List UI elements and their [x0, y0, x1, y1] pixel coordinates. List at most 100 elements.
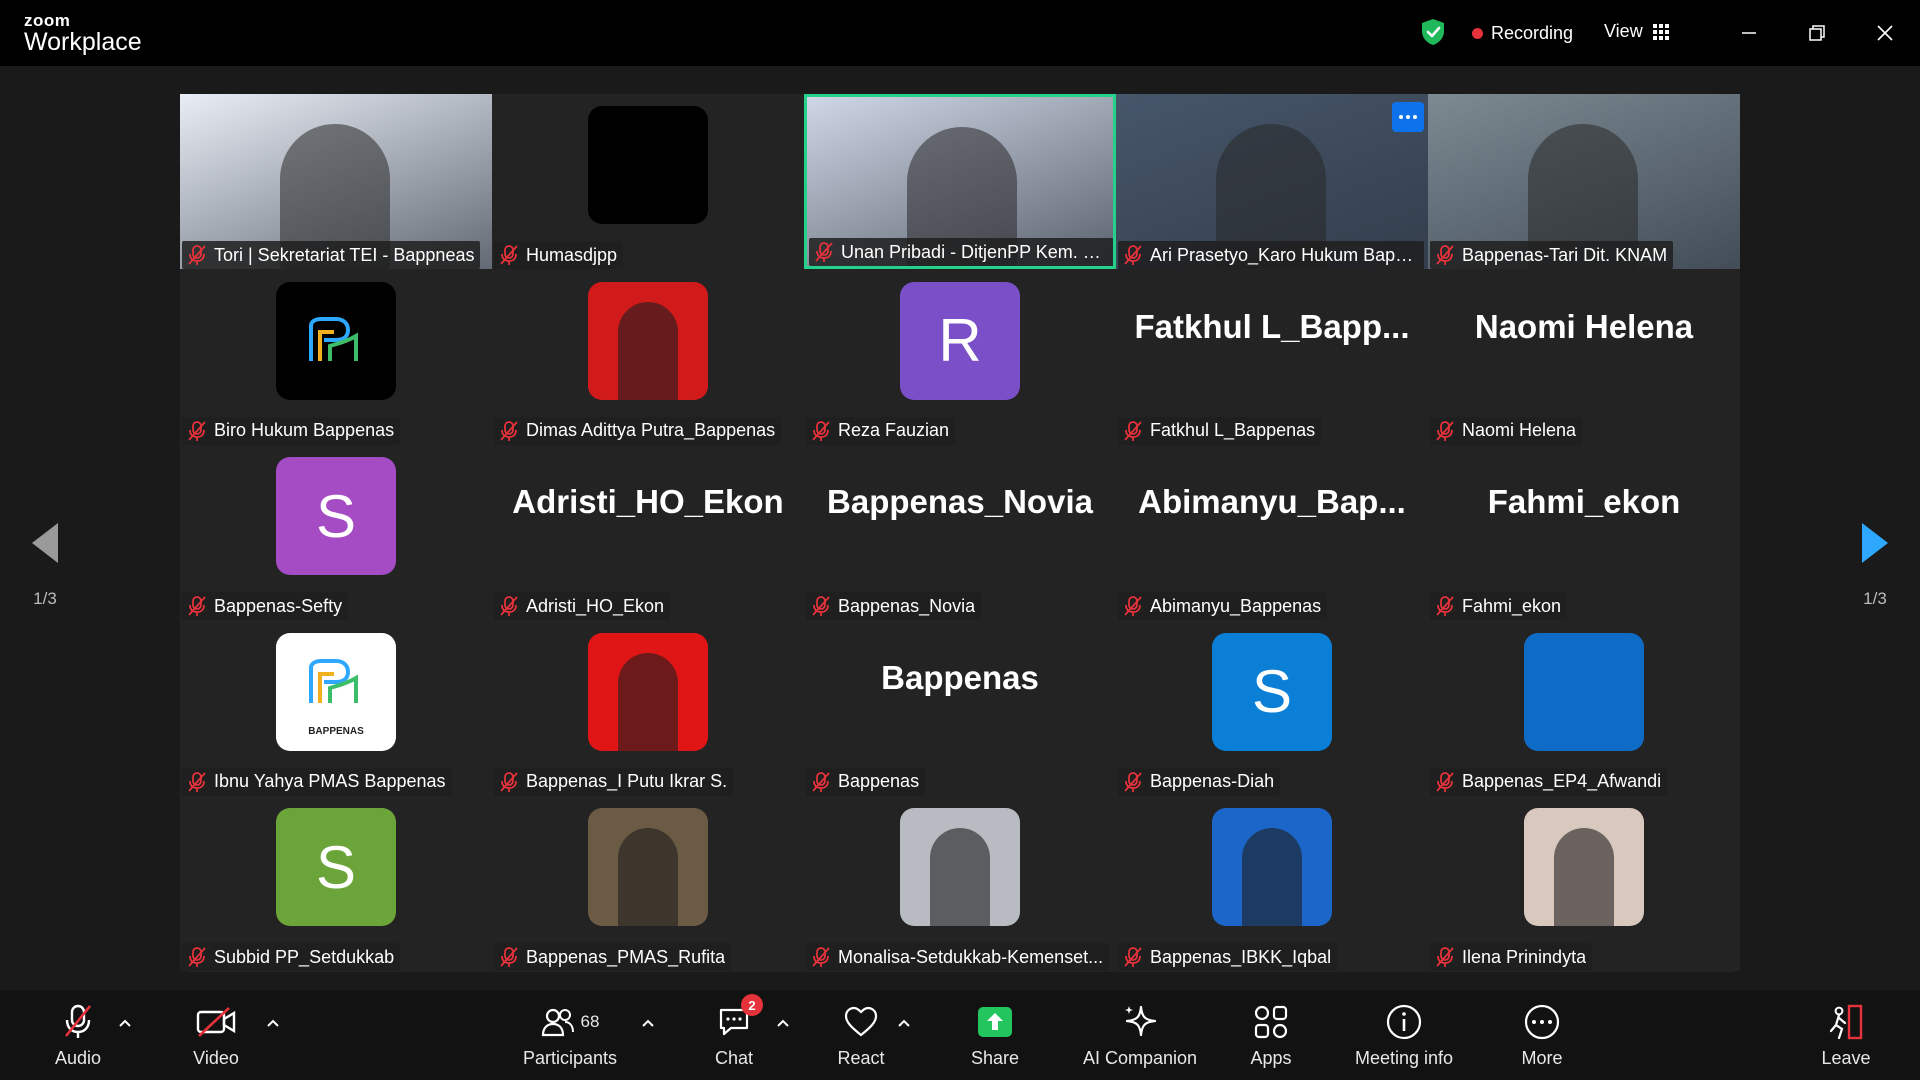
more-button[interactable]: More: [1482, 1002, 1602, 1069]
react-button[interactable]: React: [801, 1002, 921, 1069]
app-logo: zoom Workplace: [24, 12, 142, 55]
participant-name-tag: Bappenas-Tari Dit. KNAM: [1430, 241, 1674, 269]
participant-name-tag: Reza Fauzian: [806, 416, 956, 445]
mic-muted-icon: [188, 245, 206, 265]
apps-button[interactable]: Apps: [1211, 1002, 1331, 1069]
meeting-toolbar: Audio Video 68 Participants 2 Chat React…: [0, 990, 1920, 1080]
prev-page-nav[interactable]: 1/3: [0, 466, 90, 666]
arrow-right-icon[interactable]: [1862, 523, 1888, 563]
chat-button[interactable]: 2 Chat: [674, 994, 794, 1069]
participant-tile[interactable]: Bappenas_I Putu Ikrar S.: [492, 620, 804, 796]
participant-name-tag: Humasdjpp: [494, 241, 624, 269]
participant-tile[interactable]: Unan Pribadi - DitjenPP Kem. Huk...: [804, 94, 1116, 269]
participant-tile[interactable]: R Reza Fauzian: [804, 269, 1116, 445]
participant-name: Ibnu Yahya PMAS Bappenas: [214, 771, 446, 791]
participant-tile[interactable]: S Subbid PP_Setdukkab: [180, 796, 492, 971]
video-options-chevron-icon[interactable]: [266, 1018, 280, 1028]
participant-tile[interactable]: Ari Prasetyo_Karo Hukum Bapp...: [1116, 94, 1428, 269]
mic-muted-icon: [188, 947, 206, 967]
view-button[interactable]: View: [1604, 21, 1669, 42]
close-button[interactable]: [1868, 16, 1902, 50]
participants-options-chevron-icon[interactable]: [641, 1018, 655, 1028]
tile-more-options-button[interactable]: [1392, 102, 1424, 132]
chat-options-chevron-icon[interactable]: [776, 1018, 790, 1028]
react-label: React: [837, 1048, 885, 1068]
participant-name-tag: Abimanyu_Bappenas: [1118, 592, 1328, 620]
participant-tile[interactable]: Biro Hukum Bappenas: [180, 269, 492, 445]
meeting-info-label: Meeting info: [1354, 1048, 1454, 1068]
participant-tile[interactable]: BAPPENAS Ibnu Yahya PMAS Bappenas: [180, 620, 492, 796]
participant-tile[interactable]: Fahmi_ekon Fahmi_ekon: [1428, 445, 1740, 620]
participant-tile[interactable]: Bappenas-Tari Dit. KNAM: [1428, 94, 1740, 269]
leave-button[interactable]: Leave: [1786, 1002, 1906, 1069]
participant-tile[interactable]: Bappenas Bappenas: [804, 620, 1116, 796]
participant-avatar: S: [276, 808, 396, 926]
participant-name-tag: Ibnu Yahya PMAS Bappenas: [182, 767, 452, 796]
recording-indicator[interactable]: Recording: [1472, 23, 1573, 44]
participants-count: 68: [580, 1012, 600, 1031]
participant-avatar: S: [276, 457, 396, 575]
mic-muted-icon: [188, 771, 206, 792]
participant-tile[interactable]: S Bappenas-Sefty: [180, 445, 492, 620]
participant-tile[interactable]: Ilena Prinindyta: [1428, 796, 1740, 971]
participant-name-tag: Bappenas_PMAS_Rufita: [494, 943, 732, 971]
participant-name-tag: Bappenas: [806, 767, 926, 796]
participant-tile[interactable]: Bappenas_IBKK_Iqbal: [1116, 796, 1428, 971]
restore-button[interactable]: [1800, 16, 1834, 50]
participant-tile[interactable]: Bappenas_PMAS_Rufita: [492, 796, 804, 971]
mic-muted-icon: [1124, 596, 1142, 616]
participant-tile[interactable]: Dimas Adittya Putra_Bappenas: [492, 269, 804, 445]
participant-tile[interactable]: Monalisa-Setdukkab-Kemenset...: [804, 796, 1116, 971]
arrow-left-icon[interactable]: [32, 523, 58, 563]
participant-avatar: [588, 808, 708, 926]
participant-avatar: [1212, 808, 1332, 926]
participant-name: Fatkhul L_Bappenas: [1150, 420, 1316, 440]
participant-avatar: [588, 106, 708, 224]
participant-name-tag: Naomi Helena: [1430, 416, 1583, 445]
view-label: View: [1604, 21, 1643, 41]
security-shield-icon[interactable]: [1420, 18, 1446, 46]
profile-photo: [1554, 828, 1614, 926]
participants-button[interactable]: 68 Participants: [508, 1002, 632, 1069]
meeting-stage: 1/3 1/3 Tori | Sekretariat TEI - Bappnea…: [0, 66, 1920, 990]
participant-name: Abimanyu_Bappenas: [1150, 595, 1322, 616]
mic-muted-icon: [812, 596, 830, 616]
recording-label: Recording: [1491, 23, 1574, 43]
participant-tile[interactable]: Humasdjpp: [492, 94, 804, 269]
more-label: More: [1521, 1048, 1563, 1068]
organization-logo: [306, 658, 366, 708]
audio-button[interactable]: Audio: [18, 1002, 138, 1069]
ai-companion-button[interactable]: AI Companion: [1070, 1002, 1210, 1069]
minimize-button[interactable]: [1732, 16, 1766, 50]
participant-tile[interactable]: Adristi_HO_Ekon Adristi_HO_Ekon: [492, 445, 804, 620]
apps-label: Apps: [1250, 1048, 1292, 1068]
react-options-chevron-icon[interactable]: [897, 1018, 911, 1028]
participant-tile[interactable]: Tori | Sekretariat TEI - Bappneas: [180, 94, 492, 269]
share-screen-icon: [978, 1007, 1012, 1037]
participant-tile[interactable]: Naomi Helena Naomi Helena: [1428, 269, 1740, 445]
restore-icon: [1809, 25, 1825, 41]
page-indicator-left: 1/3: [33, 589, 57, 608]
audio-options-chevron-icon[interactable]: [118, 1018, 132, 1028]
participant-name-tag: Biro Hukum Bappenas: [182, 416, 401, 445]
video-button[interactable]: Video: [156, 1002, 276, 1069]
grid-view-icon: [1652, 23, 1669, 40]
mic-muted-icon: [1436, 771, 1454, 792]
next-page-nav[interactable]: 1/3: [1830, 466, 1920, 666]
participant-tile[interactable]: Fatkhul L_Bapp... Fatkhul L_Bappenas: [1116, 269, 1428, 445]
share-button[interactable]: Share: [935, 1002, 1055, 1069]
mic-muted-icon: [1124, 245, 1142, 265]
participant-name: Reza Fauzian: [838, 420, 950, 440]
video-label: Video: [193, 1048, 239, 1068]
participant-name: Dimas Adittya Putra_Bappenas: [526, 420, 776, 440]
participant-name-tag: Bappenas_IBKK_Iqbal: [1118, 943, 1338, 971]
participant-tile[interactable]: Bappenas_Novia Bappenas_Novia: [804, 445, 1116, 620]
participant-name-tag: Tori | Sekretariat TEI - Bappneas: [182, 241, 481, 269]
participant-tile[interactable]: S Bappenas-Diah: [1116, 620, 1428, 796]
profile-photo: [618, 301, 678, 400]
participant-name: Bappenas-Tari Dit. KNAM: [1462, 244, 1668, 265]
meeting-info-button[interactable]: Meeting info: [1334, 1002, 1474, 1069]
participant-tile[interactable]: Bappenas_EP4_Afwandi: [1428, 620, 1740, 796]
participant-tile[interactable]: Abimanyu_Bap... Abimanyu_Bappenas: [1116, 445, 1428, 620]
participant-name-tag: Monalisa-Setdukkab-Kemenset...: [806, 943, 1110, 971]
